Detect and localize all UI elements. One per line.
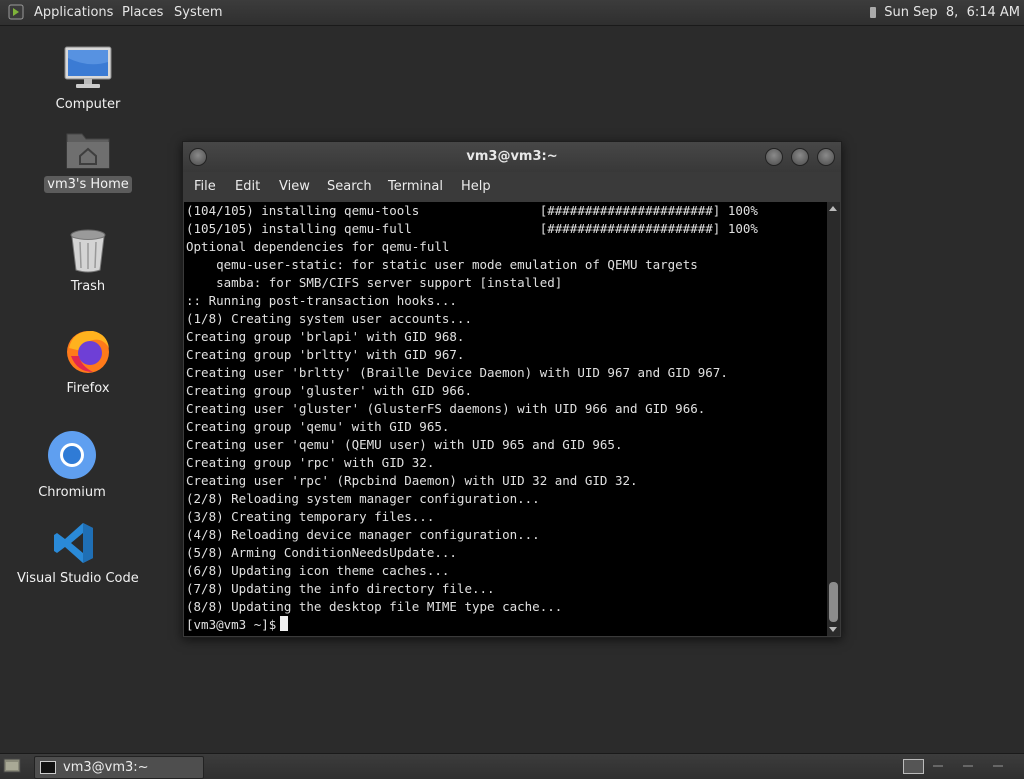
vscode-icon [54, 523, 93, 563]
desktop-icon-firefox[interactable]: Firefox [48, 326, 128, 397]
terminal-line: Creating user 'brltty' (Braille Device D… [186, 365, 728, 380]
terminal-line: Creating user 'rpc' (Rpcbind Daemon) wit… [186, 473, 638, 488]
chromium-icon [48, 431, 96, 479]
terminal-titlebar[interactable]: vm3@vm3:~ [183, 142, 841, 172]
terminal-line: Creating group 'qemu' with GID 965. [186, 419, 450, 434]
system-menu[interactable]: System [174, 0, 222, 25]
terminal-line: Creating user 'qemu' (QEMU user) with UI… [186, 437, 623, 452]
terminal-line: Creating group 'rpc' with GID 32. [186, 455, 435, 470]
menu-terminal[interactable]: Terminal [388, 179, 443, 194]
terminal-line: (4/8) Reloading device manager configura… [186, 527, 540, 542]
workspace-1-button[interactable] [903, 759, 924, 774]
bottom-panel: vm3@vm3:~ [0, 753, 1024, 779]
window-menu-button[interactable] [189, 148, 207, 166]
desktop-icon-home[interactable]: vm3's Home [44, 128, 132, 193]
clock-text: Sun Sep 8, 6:14 AM [884, 5, 1020, 20]
terminal-menubar: File Edit View Search Terminal Help [183, 172, 841, 202]
terminal-line: Creating group 'brlapi' with GID 968. [186, 329, 465, 344]
terminal-line: Creating user 'gluster' (GlusterFS daemo… [186, 401, 706, 416]
workspace-4-button[interactable] [993, 765, 1003, 767]
applications-menu[interactable]: Applications [34, 0, 113, 25]
top-panel: Applications Places System Sun Sep 8, 6:… [0, 0, 1024, 26]
menu-view[interactable]: View [279, 179, 310, 194]
desktop-icon-chromium[interactable]: Chromium [32, 430, 112, 501]
menu-edit[interactable]: Edit [235, 179, 260, 194]
terminal-line: (1/8) Creating system user accounts... [186, 311, 472, 326]
terminal-scrollbar[interactable] [827, 202, 840, 636]
desktop-icon-label: Computer [55, 97, 121, 112]
maximize-button[interactable] [791, 148, 809, 166]
terminal-line: (3/8) Creating temporary files... [186, 509, 435, 524]
places-menu[interactable]: Places [122, 0, 163, 25]
text-cursor [280, 616, 289, 631]
trash-icon [70, 229, 106, 273]
desktop-icon-vscode[interactable]: Visual Studio Code [14, 520, 139, 587]
menu-file[interactable]: File [194, 179, 216, 194]
shell-prompt: [vm3@vm3 ~]$ [186, 617, 277, 632]
terminal-line: qemu-user-static: for static user mode e… [186, 257, 698, 272]
desktop-icon-computer[interactable]: Computer [48, 44, 128, 113]
desktop-icon-label: Visual Studio Code [17, 571, 139, 586]
home-folder-icon [66, 133, 110, 169]
terminal-line: :: Running post-transaction hooks... [186, 293, 457, 308]
scroll-down-arrow-icon[interactable] [829, 627, 837, 632]
scroll-up-arrow-icon[interactable] [829, 206, 837, 211]
terminal-output[interactable]: (104/105) installing qemu-tools [#######… [184, 202, 827, 636]
clock[interactable]: Sun Sep 8, 6:14 AM [870, 0, 1020, 25]
menu-search[interactable]: Search [327, 179, 372, 194]
workspace-3-button[interactable] [963, 765, 973, 767]
taskbar-terminal-button[interactable]: vm3@vm3:~ [34, 756, 204, 779]
firefox-icon [67, 330, 109, 373]
scrollbar-thumb[interactable] [829, 582, 838, 622]
monitor-icon [64, 46, 112, 88]
battery-icon [870, 7, 877, 18]
terminal-line: (6/8) Updating icon theme caches... [186, 563, 450, 578]
desktop-icon-label: vm3's Home [44, 176, 132, 193]
terminal-line: (7/8) Updating the info directory file..… [186, 581, 495, 596]
menu-help[interactable]: Help [461, 179, 491, 194]
applications-menu-icon[interactable] [8, 4, 24, 20]
terminal-line: (2/8) Reloading system manager configura… [186, 491, 540, 506]
desktop-icon-label: Chromium [38, 485, 106, 500]
close-button[interactable] [817, 148, 835, 166]
terminal-line: (104/105) installing qemu-tools [#######… [186, 203, 758, 218]
minimize-button[interactable] [765, 148, 783, 166]
terminal-line: (5/8) Arming ConditionNeedsUpdate... [186, 545, 457, 560]
terminal-prompt-line[interactable]: [vm3@vm3 ~]$ [186, 616, 289, 634]
taskbar-item-label: vm3@vm3:~ [63, 760, 149, 775]
terminal-icon [40, 761, 56, 774]
terminal-line: Creating group 'gluster' with GID 966. [186, 383, 472, 398]
workspace-2-button[interactable] [933, 765, 943, 767]
desktop-icon-trash[interactable]: Trash [48, 228, 128, 295]
desktop-icon-label: Trash [70, 279, 106, 294]
terminal-line: Creating group 'brltty' with GID 967. [186, 347, 465, 362]
desktop-icon-label: Firefox [66, 381, 110, 396]
terminal-line: (8/8) Updating the desktop file MIME typ… [186, 599, 563, 614]
terminal-line: (105/105) installing qemu-full [########… [186, 221, 758, 236]
window-title: vm3@vm3:~ [466, 149, 558, 164]
terminal-window: vm3@vm3:~ File Edit View Search Terminal… [182, 141, 842, 638]
terminal-line: samba: for SMB/CIFS server support [inst… [186, 275, 563, 290]
show-desktop-icon[interactable] [3, 758, 21, 773]
terminal-line: Optional dependencies for qemu-full [186, 239, 450, 254]
